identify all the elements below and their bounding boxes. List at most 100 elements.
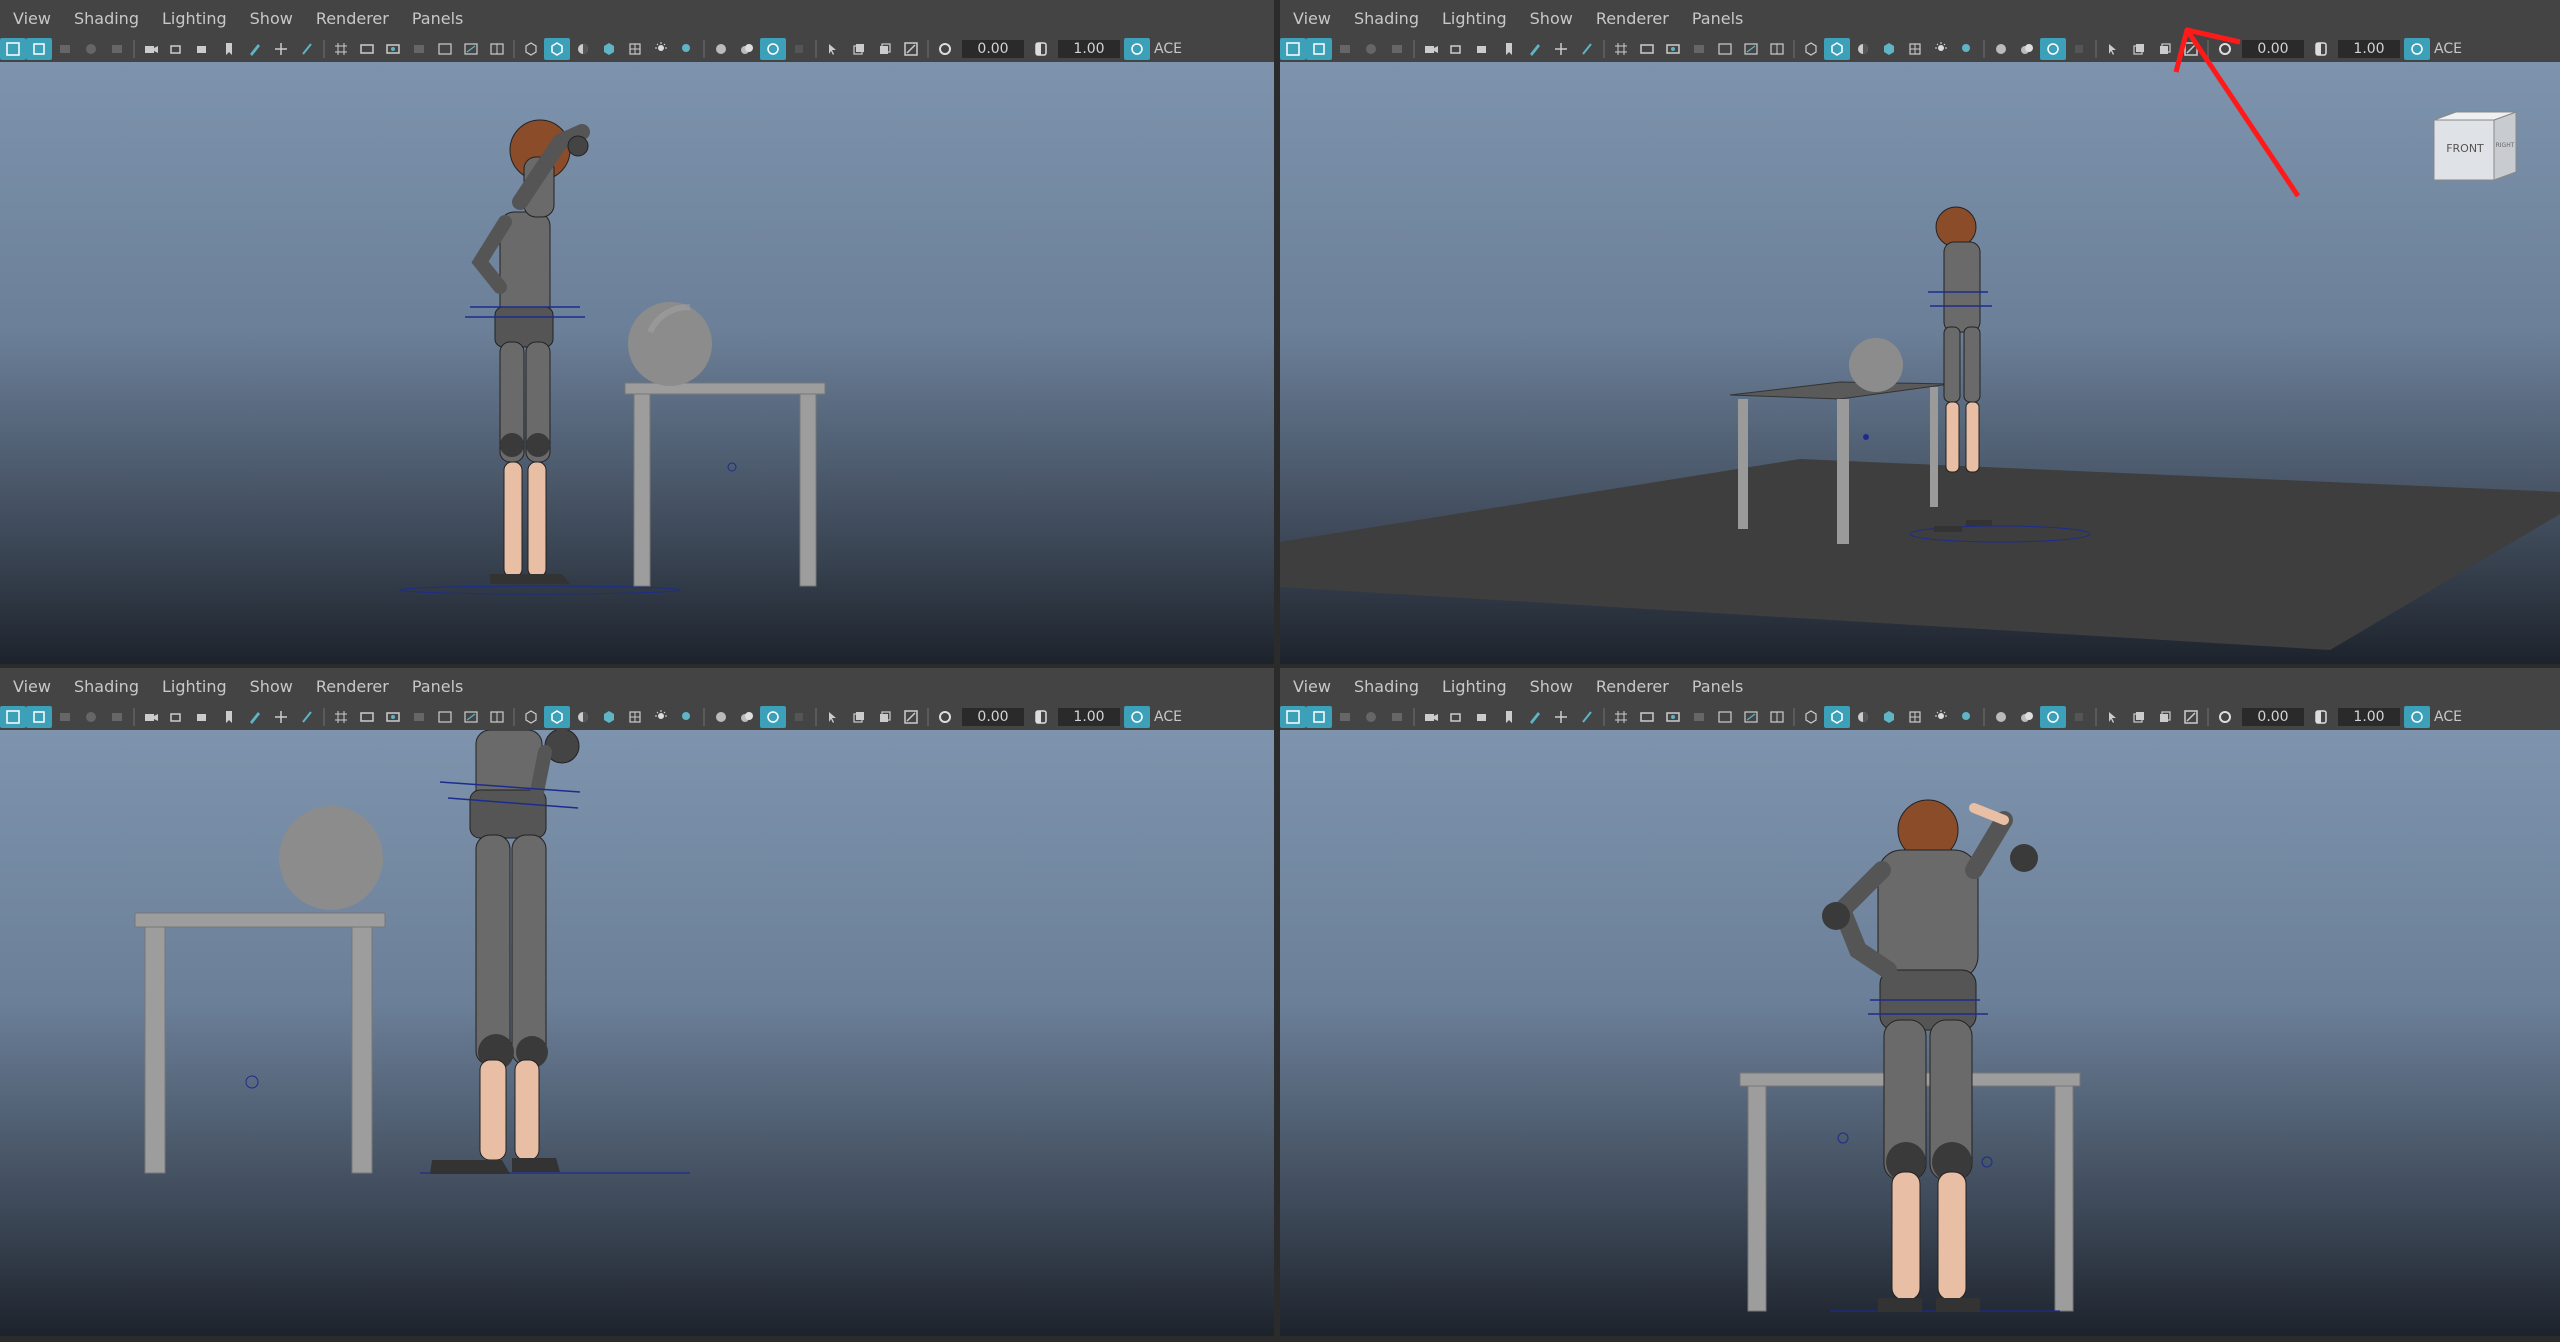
antialiasing-icon[interactable] <box>760 706 786 728</box>
gamma-icon[interactable] <box>1028 38 1054 60</box>
menu-panels[interactable]: Panels <box>1692 677 1744 696</box>
wireframe-icon[interactable] <box>518 38 544 60</box>
xray-components-icon[interactable] <box>2152 706 2178 728</box>
menu-lighting[interactable]: Lighting <box>1442 677 1507 696</box>
xray-joints-icon[interactable] <box>846 706 872 728</box>
exposure-field[interactable]: 0.00 <box>962 40 1024 58</box>
camera-lock-icon[interactable] <box>1444 38 1470 60</box>
viewcube-right-label[interactable]: RIGHT <box>2492 142 2518 149</box>
safe-title-icon[interactable] <box>1764 706 1790 728</box>
camera-lock-icon[interactable] <box>164 38 190 60</box>
grid-icon[interactable] <box>1608 38 1634 60</box>
isolate-select-icon[interactable] <box>820 38 846 60</box>
gamma-field[interactable]: 1.00 <box>1058 708 1120 726</box>
xray-icon[interactable] <box>1902 38 1928 60</box>
xray-joints-icon[interactable] <box>2126 706 2152 728</box>
shadows-icon[interactable] <box>674 706 700 728</box>
resolution-gate-icon[interactable] <box>380 706 406 728</box>
gamma-icon[interactable] <box>1028 706 1054 728</box>
bookmarks-icon[interactable] <box>1332 706 1358 728</box>
viewport-scene[interactable] <box>1280 730 2560 1336</box>
ambient-occlusion-icon[interactable] <box>1988 706 2014 728</box>
viewport-scene[interactable] <box>0 62 1274 664</box>
shadows-icon[interactable] <box>1954 706 1980 728</box>
film-gate-icon[interactable] <box>190 38 216 60</box>
ambient-occlusion-icon[interactable] <box>708 706 734 728</box>
antialiasing-icon[interactable] <box>2040 706 2066 728</box>
gate-mask-icon[interactable] <box>406 38 432 60</box>
color-space-label[interactable]: ACE <box>2434 41 2462 57</box>
viewport-scene[interactable] <box>0 730 1274 1336</box>
view-transform-icon[interactable] <box>1124 38 1150 60</box>
gamma-field[interactable]: 1.00 <box>2338 708 2400 726</box>
menu-lighting[interactable]: Lighting <box>162 9 227 28</box>
motion-blur-icon[interactable] <box>734 706 760 728</box>
grid-icon[interactable] <box>328 38 354 60</box>
color-space-label[interactable]: ACE <box>1154 709 1182 725</box>
wireframe-icon[interactable] <box>518 706 544 728</box>
field-chart-icon[interactable] <box>1712 38 1738 60</box>
view-cube[interactable]: FRONT RIGHT <box>2432 110 2518 182</box>
grease-pencil-icon[interactable] <box>1522 38 1548 60</box>
view-transform-icon[interactable] <box>2404 38 2430 60</box>
menu-renderer[interactable]: Renderer <box>316 677 389 696</box>
xray-joints-icon[interactable] <box>2126 38 2152 60</box>
viewport-bottom-right[interactable]: View Shading Lighting Show Renderer Pane… <box>1280 668 2560 1336</box>
resolution-gate-icon[interactable] <box>1660 38 1686 60</box>
exposure-icon[interactable] <box>2212 38 2238 60</box>
safe-action-icon[interactable] <box>458 706 484 728</box>
bookmark-icon[interactable] <box>216 706 242 728</box>
move-icon[interactable] <box>1548 38 1574 60</box>
viewcube-front-label[interactable]: FRONT <box>2436 142 2494 155</box>
paint-icon[interactable] <box>294 706 320 728</box>
camera-icon[interactable] <box>138 706 164 728</box>
exposure-icon[interactable] <box>2212 706 2238 728</box>
camera-lock-icon[interactable] <box>1444 706 1470 728</box>
image-plane-icon[interactable] <box>78 706 104 728</box>
default-material-icon[interactable] <box>1850 706 1876 728</box>
film-gate-icon[interactable] <box>190 706 216 728</box>
gate-mask-icon[interactable] <box>1686 706 1712 728</box>
default-material-icon[interactable] <box>570 38 596 60</box>
default-material-icon[interactable] <box>570 706 596 728</box>
2d-pan-zoom-icon[interactable] <box>104 706 130 728</box>
gate-mask-icon[interactable] <box>406 706 432 728</box>
lights-icon[interactable] <box>648 38 674 60</box>
wireframe-icon[interactable] <box>1798 38 1824 60</box>
bookmarks-icon[interactable] <box>52 38 78 60</box>
isolate-select-icon[interactable] <box>2100 706 2126 728</box>
grid-icon[interactable] <box>1608 706 1634 728</box>
color-space-label[interactable]: ACE <box>1154 41 1182 57</box>
select-camera-icon[interactable] <box>0 706 26 728</box>
xray-components-icon[interactable] <box>2152 38 2178 60</box>
isolate-select-icon[interactable] <box>2100 38 2126 60</box>
menu-panels[interactable]: Panels <box>412 9 464 28</box>
backface-culling-icon[interactable] <box>898 38 924 60</box>
resolution-gate-icon[interactable] <box>380 38 406 60</box>
menu-view[interactable]: View <box>1293 677 1331 696</box>
menu-view[interactable]: View <box>13 677 51 696</box>
exposure-field[interactable]: 0.00 <box>2242 40 2304 58</box>
lights-icon[interactable] <box>648 706 674 728</box>
depth-of-field-icon[interactable] <box>2066 706 2092 728</box>
viewport-scene[interactable]: FRONT RIGHT <box>1280 62 2560 664</box>
film-gate-icon[interactable] <box>1470 38 1496 60</box>
film-gate-toggle-icon[interactable] <box>354 38 380 60</box>
exposure-icon[interactable] <box>932 706 958 728</box>
motion-blur-icon[interactable] <box>734 38 760 60</box>
bookmarks-icon[interactable] <box>1332 38 1358 60</box>
smooth-shade-icon[interactable] <box>544 706 570 728</box>
backface-culling-icon[interactable] <box>2178 706 2204 728</box>
menu-shading[interactable]: Shading <box>74 677 139 696</box>
safe-action-icon[interactable] <box>458 38 484 60</box>
select-camera-icon[interactable] <box>1280 706 1306 728</box>
bookmark-icon[interactable] <box>216 38 242 60</box>
menu-renderer[interactable]: Renderer <box>1596 677 1669 696</box>
move-icon[interactable] <box>268 706 294 728</box>
camera-attributes-icon[interactable] <box>1306 706 1332 728</box>
bookmarks-icon[interactable] <box>52 706 78 728</box>
menu-renderer[interactable]: Renderer <box>1596 9 1669 28</box>
film-gate-toggle-icon[interactable] <box>1634 38 1660 60</box>
menu-show[interactable]: Show <box>250 677 293 696</box>
xray-icon[interactable] <box>1902 706 1928 728</box>
